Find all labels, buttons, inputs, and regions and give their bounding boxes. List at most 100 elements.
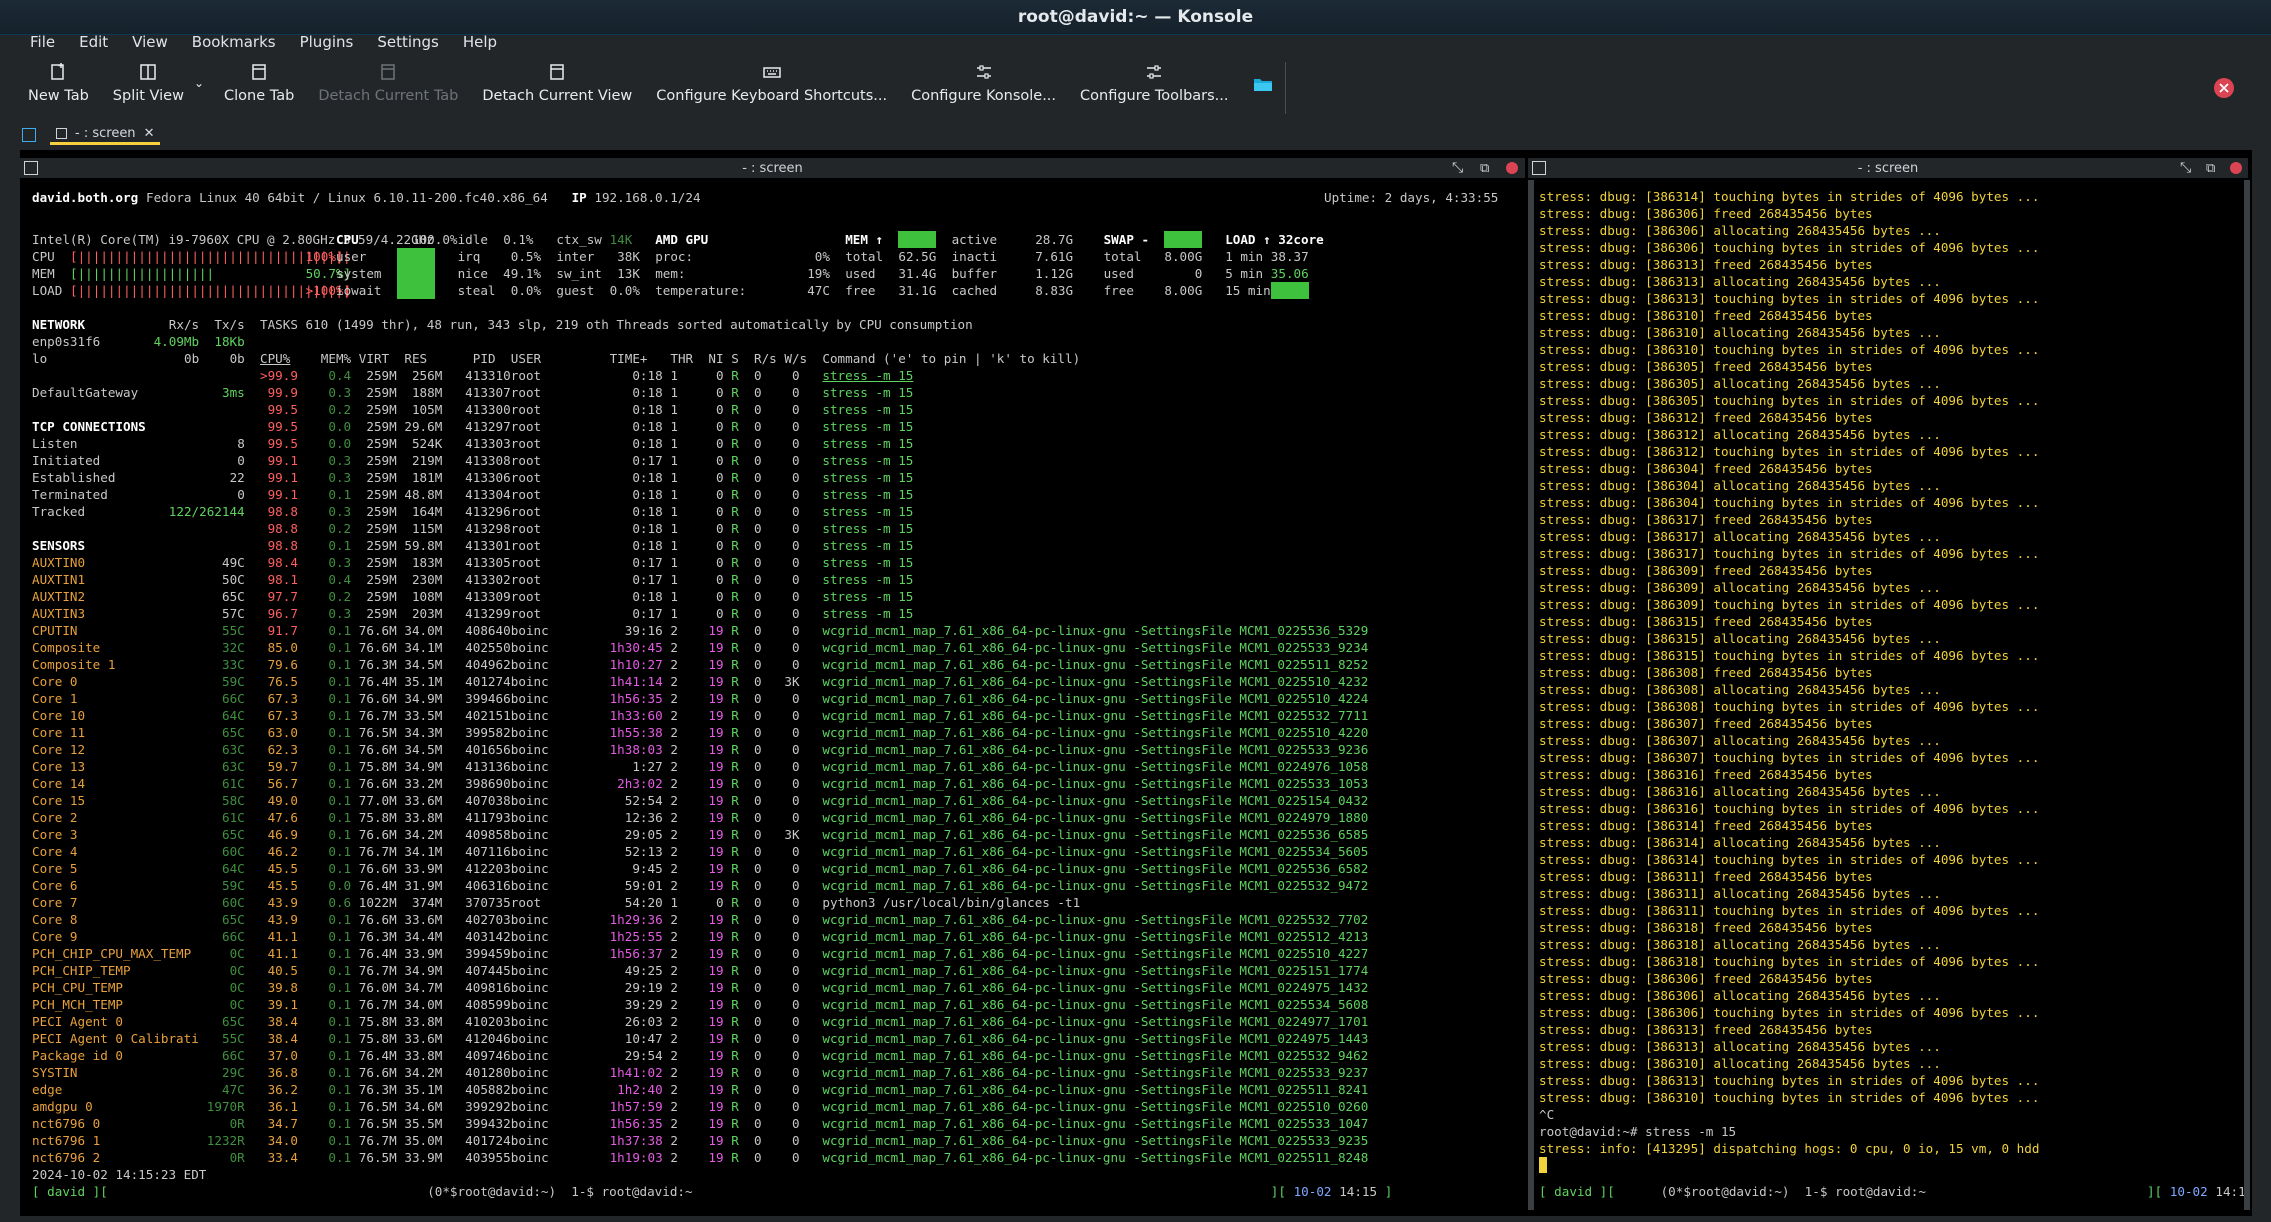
open-folder-button[interactable] <box>1253 62 1273 100</box>
tcp-value: 8 <box>237 436 245 451</box>
left-pane-header: - : screen ⤡ ⧉ <box>20 158 1525 178</box>
process-cell: 0 <box>754 1014 762 1029</box>
tcp-label: Listen <box>32 436 78 451</box>
menu-settings[interactable]: Settings <box>377 33 439 51</box>
process-cell: 2 <box>670 674 678 689</box>
process-cell: 34.6M <box>404 1099 443 1114</box>
process-cell: 0.1 <box>320 623 352 638</box>
process-cell: 408640 <box>457 623 511 638</box>
sensor-value: 60C <box>222 895 245 910</box>
process-cell: 1 <box>670 504 678 519</box>
process-cell: 256M <box>404 368 443 383</box>
os-info: Fedora Linux 40 64bit / Linux 6.10.11-20… <box>146 189 548 205</box>
tab-label: - : screen <box>75 126 136 141</box>
load-stat-label: 5 min <box>1225 266 1264 281</box>
process-cell: 1022M <box>358 895 397 910</box>
process-cell: 0.1 <box>320 844 352 859</box>
menu-view[interactable]: View <box>132 33 168 51</box>
process-cell: 0 <box>784 572 800 587</box>
new-tab-button[interactable]: New Tab <box>28 62 89 104</box>
menu-bookmarks[interactable]: Bookmarks <box>192 33 276 51</box>
maximize-pane-icon[interactable]: ⤡ <box>1452 160 1463 176</box>
process-cell: stress -m 15 <box>822 521 914 536</box>
configure-konsole-button[interactable]: Configure Konsole... <box>911 62 1056 104</box>
process-cell: stress -m 15 <box>822 453 914 468</box>
menu-edit[interactable]: Edit <box>79 33 108 51</box>
cpu-stat-bar <box>396 282 435 299</box>
process-cell: boinc <box>510 827 549 842</box>
process-cell: 164M <box>404 504 443 519</box>
process-cell: 2 <box>670 810 678 825</box>
process-cell: 0 <box>708 470 724 485</box>
menu-plugins[interactable]: Plugins <box>300 33 354 51</box>
sensor-value: 0R <box>229 1150 245 1165</box>
configure-keyboard-shortcuts-button[interactable]: Configure Keyboard Shortcuts... <box>656 62 887 104</box>
stress-terminal[interactable]: stress: dbug: [386314] touching bytes in… <box>1535 180 2249 1210</box>
split-view-dropdown[interactable]: ⌄ <box>194 62 204 90</box>
process-cell: wcgrid_mcm1_map_7.61_x86_64-pc-linux-gnu… <box>822 878 1369 893</box>
maximize-pane-icon[interactable]: ⤡ <box>2180 160 2191 176</box>
process-cell: 0 <box>754 844 762 859</box>
process-column-header: RES <box>404 351 428 366</box>
process-cell: wcgrid_mcm1_map_7.61_x86_64-pc-linux-gnu… <box>822 1031 1369 1046</box>
cpu-stat-label: system <box>336 266 382 281</box>
network-tx: 18Kb <box>214 334 245 349</box>
process-cell: 203M <box>404 606 443 621</box>
sensor-name: AUXTIN1 <box>32 572 86 587</box>
clone-tab-button[interactable]: Clone Tab <box>224 62 294 104</box>
process-cell: boinc <box>510 1048 549 1063</box>
process-cell: 0.1 <box>320 1031 352 1046</box>
close-pane-icon[interactable] <box>2230 162 2242 174</box>
process-cell: 0 <box>784 555 800 570</box>
process-cell: 0.1 <box>320 1082 352 1097</box>
process-cell: 41.1 <box>260 929 298 944</box>
left-scrollbar[interactable] <box>1528 180 1534 1210</box>
process-cell: 0:18 <box>609 402 663 417</box>
process-cell: 0 <box>754 589 762 604</box>
process-cell: 0 <box>754 521 762 536</box>
process-cell: 76.6M <box>358 776 397 791</box>
process-cell: 0 <box>754 946 762 961</box>
menu-help[interactable]: Help <box>463 33 497 51</box>
process-cell: 0 <box>784 368 800 383</box>
process-cell: boinc <box>510 946 549 961</box>
network-tx: 0b <box>229 351 245 366</box>
sensor-value: 55C <box>222 1031 245 1046</box>
split-menu-icon[interactable] <box>1532 161 1546 175</box>
menu-file[interactable]: File <box>30 33 55 51</box>
stress-output-line: stress: dbug: [386306] touching bytes in… <box>1539 1005 2040 1020</box>
detach-current-tab-button[interactable]: Detach Current Tab <box>318 62 458 104</box>
close-window-button[interactable] <box>2214 78 2234 98</box>
tab-screen[interactable]: - : screen ✕ <box>50 125 161 145</box>
right-scrollbar[interactable] <box>2244 180 2250 1210</box>
detach-current-view-button[interactable]: Detach Current View <box>482 62 632 104</box>
tab-bar: - : screen ✕ <box>22 124 161 146</box>
process-cell: 43.9 <box>260 912 298 927</box>
terminal-icon <box>56 128 67 139</box>
process-cell: 0 <box>754 674 762 689</box>
split-view-button[interactable]: Split View <box>113 62 184 104</box>
mem-stat-value: 31.4G <box>898 266 937 281</box>
process-cell: 98.8 <box>260 504 298 519</box>
process-cell: boinc <box>510 759 549 774</box>
process-cell: 0 <box>784 912 800 927</box>
process-cell: 0 <box>784 861 800 876</box>
sensor-value: 63C <box>222 742 245 757</box>
tcp-value: 122/262144 <box>168 504 245 519</box>
new-tab-menu-icon[interactable] <box>22 128 36 142</box>
close-icon <box>2219 83 2229 93</box>
process-cell: boinc <box>510 1133 549 1148</box>
process-cell: 36.1 <box>260 1099 298 1114</box>
stress-output-line: stress: dbug: [386304] freed 268435456 b… <box>1539 461 1873 476</box>
stress-output-line: stress: dbug: [386310] allocating 268435… <box>1539 1056 1941 1071</box>
close-tab-icon[interactable]: ✕ <box>144 126 155 141</box>
split-menu-icon[interactable] <box>24 161 38 175</box>
process-cell: 0 <box>754 929 762 944</box>
close-pane-icon[interactable] <box>1506 162 1518 174</box>
sensor-value: 0C <box>229 980 245 995</box>
glances-terminal[interactable]: david.both.org Fedora Linux 40 64bit / Li… <box>28 180 1533 1210</box>
process-cell: 0 <box>754 606 762 621</box>
detach-pane-icon[interactable]: ⧉ <box>1480 161 1489 176</box>
detach-pane-icon[interactable]: ⧉ <box>2206 161 2215 176</box>
configure-toolbars-button[interactable]: Configure Toolbars... <box>1080 62 1229 104</box>
